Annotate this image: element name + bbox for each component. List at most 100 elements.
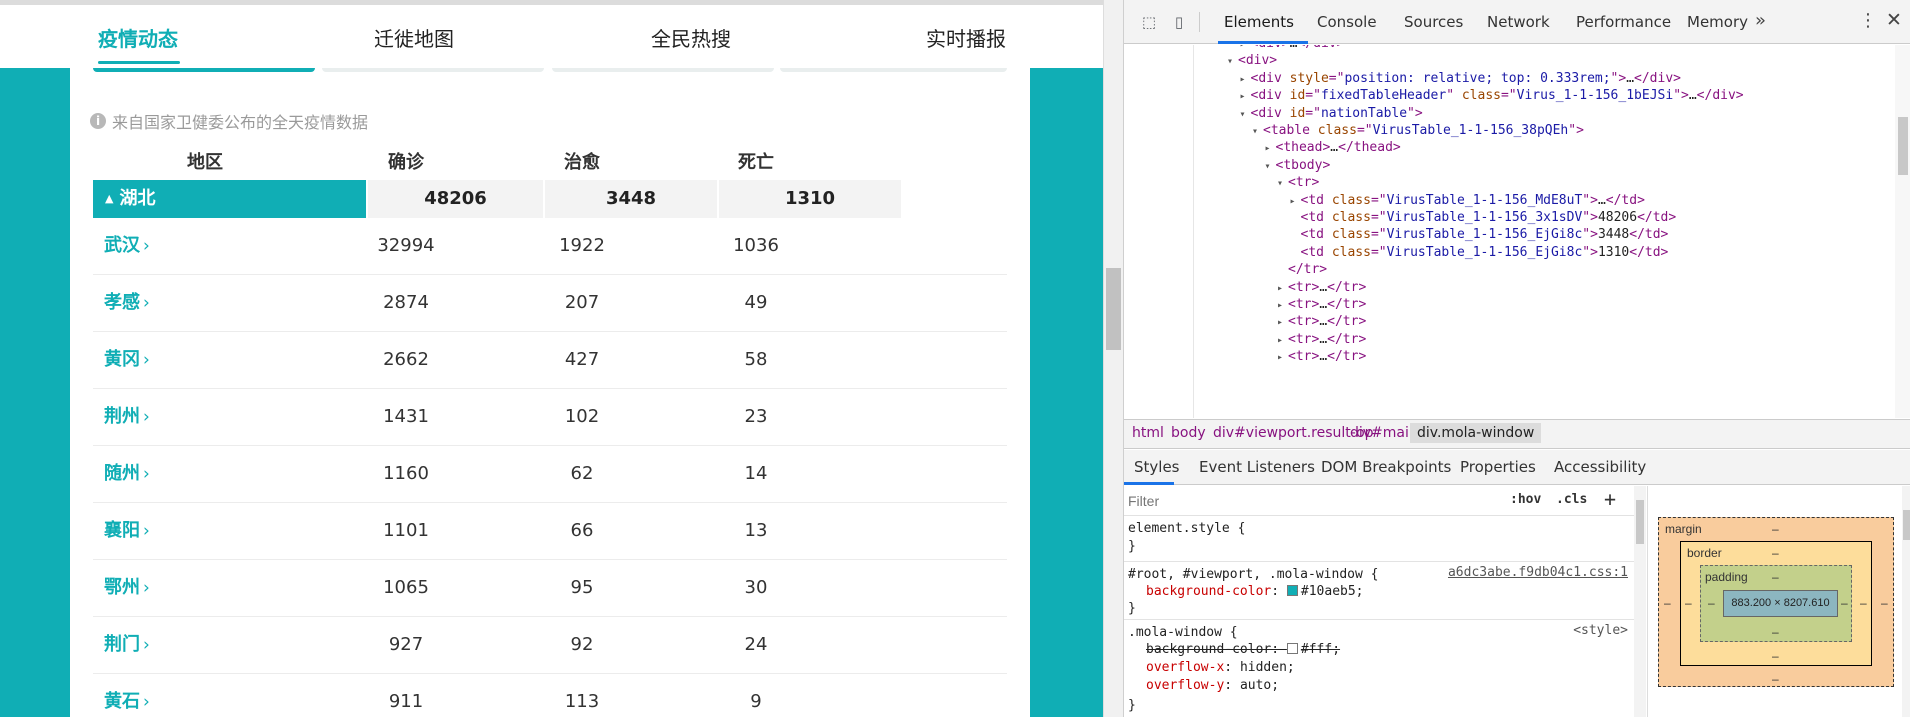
tab-network[interactable]: Network — [1487, 13, 1550, 31]
collapsed-triangle-icon[interactable]: ▸ — [1277, 347, 1288, 368]
city-name[interactable]: 荆州 › — [93, 389, 317, 445]
province-confirmed: 48206 — [368, 180, 543, 218]
dom-node-line[interactable]: ▸ <tr>…</tr> — [1277, 346, 1366, 367]
tab-live-report[interactable]: 实时播报 — [926, 23, 1006, 52]
breadcrumb-html[interactable]: html — [1132, 425, 1164, 441]
styles-scrollbar[interactable] — [1634, 486, 1646, 717]
page-scrollbar-thumb[interactable] — [1106, 268, 1121, 350]
table-row[interactable]: 武汉 › 32994 1922 1036 — [93, 218, 1007, 275]
padding-top-value[interactable]: – — [1772, 570, 1779, 584]
dom-node-markup: <td class="VirusTable_1-1-156_3x1sDV">48… — [1300, 210, 1677, 225]
rule-selector[interactable]: element.style { — [1128, 519, 1245, 539]
color-swatch-icon[interactable] — [1286, 585, 1298, 596]
box-model-scrollbar-thumb[interactable] — [1903, 510, 1910, 540]
styles-filter-input[interactable] — [1128, 490, 1508, 512]
city-name[interactable]: 黄石 › — [93, 674, 317, 717]
class-toggle[interactable]: .cls — [1556, 492, 1587, 507]
box-model-scrollbar[interactable] — [1902, 486, 1910, 717]
province-row-hubei[interactable]: ▲ 湖北 48206 3448 1310 — [93, 180, 1007, 218]
tab-properties[interactable]: Properties — [1460, 458, 1536, 476]
tab-memory[interactable]: Memory — [1687, 13, 1748, 31]
hover-state-toggle[interactable]: :hov — [1510, 492, 1541, 507]
table-row[interactable]: 黄冈 › 2662 427 58 — [93, 332, 1007, 389]
dom-scrollbar[interactable] — [1895, 45, 1910, 418]
expanded-triangle-icon[interactable]: ▾ — [1277, 173, 1288, 194]
city-cured: 1922 — [559, 235, 605, 256]
city-name[interactable]: 襄阳 › — [93, 503, 317, 559]
expanded-triangle-icon[interactable]: ▾ — [1252, 121, 1263, 142]
tab-dom-breakpoints[interactable]: DOM Breakpoints — [1321, 458, 1451, 476]
more-tabs-icon[interactable]: » — [1755, 10, 1766, 31]
table-row[interactable]: 随州 › 1160 62 14 — [93, 446, 1007, 503]
overridden-declaration[interactable]: background-color: #fff; — [1146, 640, 1340, 660]
table-row[interactable]: 孝感 › 2874 207 49 — [93, 275, 1007, 332]
close-icon[interactable]: ✕ — [1886, 9, 1902, 31]
city-name[interactable]: 鄂州 › — [93, 560, 317, 616]
breadcrumb-body[interactable]: body — [1171, 425, 1206, 441]
table-row[interactable]: 襄阳 › 1101 66 13 — [93, 503, 1007, 560]
city-cured: 62 — [570, 463, 594, 484]
rule-source-link[interactable]: a6dc3abe.f9db04c1.css:1 — [1448, 565, 1628, 580]
tab-migration-map[interactable]: 迁徙地图 — [374, 23, 454, 52]
rule-declaration[interactable]: background-color: #10aeb5; — [1146, 582, 1364, 602]
dom-node-line[interactable]: <td class="VirusTable_1-1-156_EjGi8c">13… — [1290, 242, 1669, 263]
styles-scrollbar-thumb[interactable] — [1636, 500, 1644, 544]
table-row[interactable]: 鄂州 › 1065 95 30 — [93, 560, 1007, 617]
tab-epidemic-news[interactable]: 疫情动态 — [98, 23, 178, 52]
breadcrumb-main[interactable]: div#main — [1350, 425, 1418, 441]
dom-node-markup: <table class="VirusTable_1-1-156_38pQEh"… — [1263, 123, 1584, 138]
city-cured: 113 — [564, 691, 600, 712]
tab-sources[interactable]: Sources — [1404, 13, 1463, 31]
breadcrumb-mola-window[interactable]: div.mola-window — [1410, 423, 1542, 443]
tab-elements[interactable]: Elements — [1224, 13, 1294, 31]
margin-top-value[interactable]: – — [1772, 522, 1779, 536]
expanded-triangle-icon[interactable]: ▾ — [1240, 104, 1251, 125]
city-name[interactable]: 武汉 › — [93, 218, 317, 274]
table-row[interactable]: 荆门 › 927 92 24 — [93, 617, 1007, 674]
box-model-content[interactable]: 883.200 × 8207.610 — [1723, 590, 1838, 617]
dom-node-markup: <div id="fixedTableHeader" class="Virus_… — [1250, 88, 1744, 104]
tab-event-listeners[interactable]: Event Listeners — [1199, 458, 1315, 476]
new-rule-button[interactable]: + — [1604, 487, 1616, 511]
city-name-text: 黄冈 — [104, 349, 140, 370]
tab-hot-search[interactable]: 全民热搜 — [651, 23, 731, 52]
device-toolbar-icon[interactable]: ▯ — [1168, 12, 1190, 32]
table-row[interactable]: 荆州 › 1431 102 23 — [93, 389, 1007, 446]
expanded-triangle-icon[interactable]: ▾ — [1265, 156, 1276, 177]
expanded-triangle-icon[interactable]: ▾ — [1227, 51, 1238, 72]
margin-label: margin — [1665, 522, 1702, 536]
kebab-menu-icon[interactable]: ⋮ — [1859, 10, 1877, 31]
province-name-cell[interactable]: ▲ 湖北 — [93, 180, 366, 218]
tab-accessibility[interactable]: Accessibility — [1554, 458, 1646, 476]
padding-left-value[interactable]: – — [1708, 596, 1715, 610]
color-swatch-icon[interactable] — [1286, 643, 1298, 654]
city-name[interactable]: 随州 › — [93, 446, 317, 502]
border-label: border — [1687, 546, 1722, 560]
margin-bottom-value[interactable]: – — [1772, 672, 1779, 686]
tab-performance[interactable]: Performance — [1576, 13, 1671, 31]
city-name[interactable]: 荆门 › — [93, 617, 317, 673]
tab-styles[interactable]: Styles — [1134, 458, 1180, 476]
page-scrollbar[interactable] — [1103, 0, 1123, 717]
margin-left-value[interactable]: – — [1664, 596, 1671, 610]
padding-bottom-value[interactable]: – — [1772, 625, 1779, 639]
city-name[interactable]: 孝感 › — [93, 275, 317, 331]
margin-right-value[interactable]: – — [1881, 596, 1888, 610]
inspect-element-icon[interactable]: ⬚ — [1138, 12, 1160, 32]
data-source-text: 来自国家卫健委公布的全天疫情数据 — [112, 113, 369, 132]
tab-console[interactable]: Console — [1317, 13, 1377, 31]
padding-right-value[interactable]: – — [1841, 596, 1848, 610]
dom-scrollbar-thumb[interactable] — [1898, 117, 1908, 175]
rule-declaration[interactable]: overflow-x: hidden; — [1146, 658, 1295, 678]
city-name-text: 鄂州 — [104, 577, 140, 598]
table-row[interactable]: 黄石 › 911 113 9 — [93, 674, 1007, 717]
border-top-value[interactable]: – — [1772, 546, 1779, 560]
border-right-value[interactable]: – — [1860, 596, 1867, 610]
dom-node-markup: <tbody> — [1275, 157, 1331, 173]
city-confirmed: 927 — [388, 634, 424, 655]
city-name[interactable]: 黄冈 › — [93, 332, 317, 388]
border-bottom-value[interactable]: – — [1772, 649, 1779, 663]
rule-declaration[interactable]: overflow-y: auto; — [1146, 676, 1279, 696]
card-tab-stub — [780, 68, 1007, 72]
border-left-value[interactable]: – — [1685, 596, 1692, 610]
